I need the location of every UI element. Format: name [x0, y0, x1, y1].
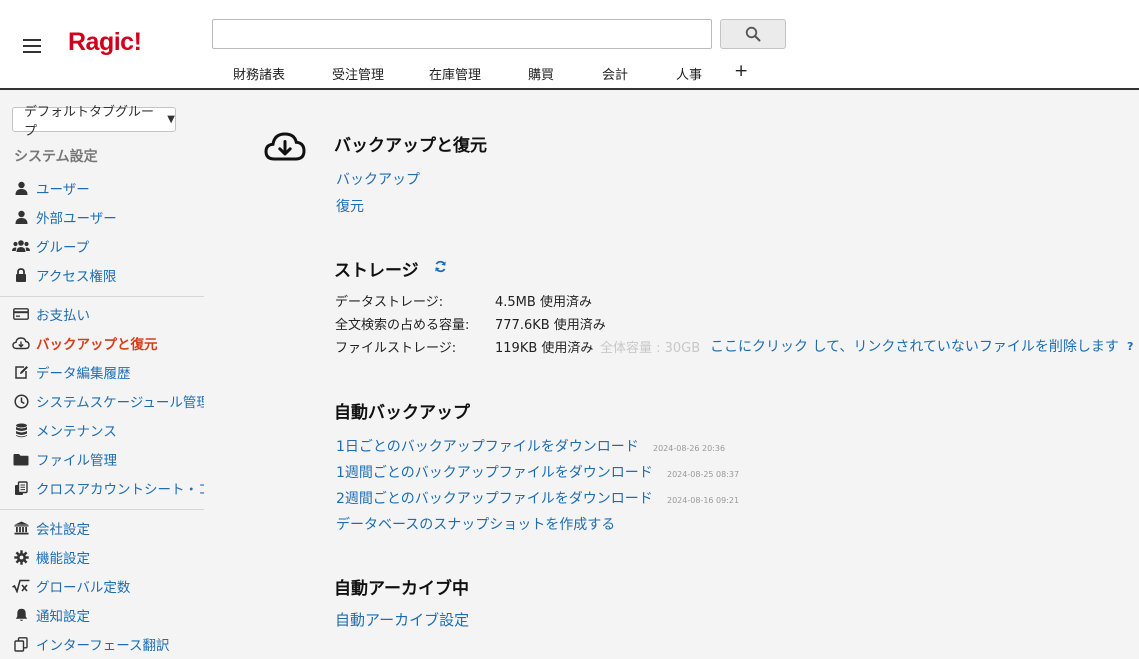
- sidebar-item-label: 通知設定: [36, 609, 90, 625]
- sqrt-icon: [12, 578, 30, 594]
- sidebar-item-label: インターフェース翻訳: [36, 638, 170, 654]
- sidebar-item-payment[interactable]: お支払い: [12, 303, 90, 325]
- sidebar-item-notifications[interactable]: 通知設定: [12, 604, 90, 626]
- lock-icon: [12, 267, 30, 283]
- sidebar-item-label: システムスケージュール管理: [36, 395, 204, 411]
- weekly-backup-timestamp: 2024-08-25 08:37: [667, 470, 740, 479]
- top-header: Ragic! 財務諸表 受注管理 在庫管理 購買 会計 人事 +: [0, 0, 1139, 90]
- sidebar-item-file-management[interactable]: ファイル管理: [12, 448, 117, 470]
- edit-icon: [12, 364, 30, 380]
- tab-group-label: デフォルトタブグループ: [24, 104, 155, 139]
- sidebar-item-schedule[interactable]: システムスケージュール管理: [12, 390, 204, 412]
- sidebar-item-external-users[interactable]: 外部ユーザー: [12, 206, 117, 228]
- sidebar-item-maintenance[interactable]: メンテナンス: [12, 419, 117, 441]
- sidebar-item-company-settings[interactable]: 会社設定: [12, 517, 90, 539]
- biweekly-backup-timestamp: 2024-08-16 09:21: [667, 496, 740, 505]
- group-icon: [12, 238, 30, 254]
- help-icon[interactable]: ?: [1127, 340, 1133, 353]
- add-tab-button[interactable]: +: [734, 61, 748, 81]
- copy-sheets-icon: [12, 480, 30, 496]
- sidebar-item-backup-restore[interactable]: バックアップと復元: [12, 332, 158, 354]
- sidebar-item-label: ファイル管理: [36, 453, 117, 469]
- refresh-icon[interactable]: [434, 260, 447, 273]
- translate-icon: [12, 636, 30, 652]
- sidebar-item-label: 会社設定: [36, 522, 90, 538]
- auto-archive-settings-link[interactable]: 自動アーカイブ設定: [335, 609, 469, 630]
- create-snapshot-link[interactable]: データベースのスナップショットを作成する: [336, 514, 615, 534]
- sidebar-item-label: データ編集履歴: [36, 366, 131, 382]
- daily-backup-download-link[interactable]: 1日ごとのバックアップファイルをダウンロード: [336, 436, 639, 456]
- system-settings-title: システム設定: [14, 149, 98, 165]
- main-content: バックアップと復元 バックアップ 復元 ストレージ データストレージ: 4.5M…: [205, 92, 1139, 659]
- weekly-backup-download-link[interactable]: 1週間ごとのバックアップファイルをダウンロード: [336, 462, 653, 482]
- bell-icon: [12, 607, 30, 623]
- sidebar-item-access[interactable]: アクセス権限: [12, 264, 116, 286]
- backup-link[interactable]: バックアップ: [336, 169, 420, 189]
- fulltext-search-label: 全文検索の占める容量:: [335, 318, 470, 333]
- sidebar-item-label: メンテナンス: [36, 424, 117, 440]
- storage-title: ストレージ: [334, 261, 419, 281]
- file-storage-value: 119KB 使用済み: [495, 341, 594, 356]
- sidebar-item-global-constants[interactable]: グローバル定数: [12, 575, 130, 597]
- clock-icon: [12, 393, 30, 409]
- ragic-logo[interactable]: Ragic!: [68, 28, 142, 57]
- folder-icon: [12, 451, 30, 467]
- sidebar-item-label: グローバル定数: [36, 580, 131, 596]
- daily-backup-timestamp: 2024-08-26 20:36: [653, 444, 726, 453]
- sidebar-item-label: アクセス権限: [36, 269, 117, 285]
- cloud-download-icon: [12, 335, 30, 351]
- search-icon: [745, 26, 761, 42]
- sidebar-item-label: バックアップと復元: [36, 337, 158, 353]
- bank-icon: [12, 520, 30, 536]
- search-button[interactable]: [720, 19, 786, 49]
- sidebar-item-label: グループ: [36, 240, 90, 256]
- total-capacity: 全体容量 : 30GB: [600, 341, 701, 356]
- external-user-icon: [12, 209, 30, 225]
- cloud-download-icon: [264, 132, 306, 161]
- gear-icon: [12, 549, 30, 565]
- sidebar-item-feature-settings[interactable]: 機能設定: [12, 546, 90, 568]
- backup-restore-title: バックアップと復元: [334, 136, 487, 156]
- tab-finance[interactable]: 財務諸表: [233, 64, 285, 83]
- database-icon: [12, 422, 30, 438]
- sidebar-item-label: お支払い: [36, 308, 90, 324]
- sidebar-item-label: ユーザー: [36, 182, 90, 198]
- menu-icon[interactable]: [23, 39, 41, 53]
- sidebar-item-interface-translation[interactable]: インターフェース翻訳: [12, 633, 170, 655]
- tab-group-dropdown[interactable]: デフォルトタブグループ ▼: [12, 105, 176, 139]
- sidebar-item-cross-account[interactable]: クロスアカウントシート・コ: [12, 477, 204, 499]
- restore-link[interactable]: 復元: [336, 196, 364, 216]
- user-icon: [12, 180, 30, 196]
- sidebar-divider: [0, 509, 204, 510]
- sidebar-divider: [0, 296, 204, 297]
- credit-card-icon: [12, 306, 30, 322]
- biweekly-backup-download-link[interactable]: 2週間ごとのバックアップファイルをダウンロード: [336, 488, 653, 508]
- tab-inventory[interactable]: 在庫管理: [429, 64, 481, 83]
- fulltext-search-value: 777.6KB 使用済み: [495, 318, 606, 333]
- auto-archive-title: 自動アーカイブ中: [334, 579, 469, 599]
- sidebar-item-label: 外部ユーザー: [36, 211, 117, 227]
- sidebar-item-edit-history[interactable]: データ編集履歴: [12, 361, 131, 383]
- tab-purchasing[interactable]: 購買: [528, 64, 554, 83]
- delete-unlinked-files-link[interactable]: ここにクリック して、リンクされていないファイルを削除します: [710, 336, 1119, 356]
- caret-down-icon: ▼: [167, 114, 175, 125]
- data-storage-label: データストレージ:: [335, 295, 444, 310]
- tab-accounting[interactable]: 会計: [602, 64, 628, 83]
- sidebar-item-users[interactable]: ユーザー: [12, 177, 90, 199]
- data-storage-value: 4.5MB 使用済み: [495, 295, 592, 310]
- tab-orders[interactable]: 受注管理: [332, 64, 384, 83]
- sidebar-item-label: 機能設定: [36, 551, 90, 567]
- tab-hr[interactable]: 人事: [676, 64, 702, 83]
- file-storage-label: ファイルストレージ:: [335, 341, 457, 356]
- search-input[interactable]: [212, 19, 712, 49]
- sidebar-item-label: クロスアカウントシート・コ: [36, 482, 204, 498]
- auto-backup-title: 自動バックアップ: [334, 403, 470, 423]
- sidebar: デフォルトタブグループ ▼ システム設定 ユーザー 外部ユーザー グループ アク…: [0, 92, 204, 659]
- sidebar-item-groups[interactable]: グループ: [12, 235, 89, 257]
